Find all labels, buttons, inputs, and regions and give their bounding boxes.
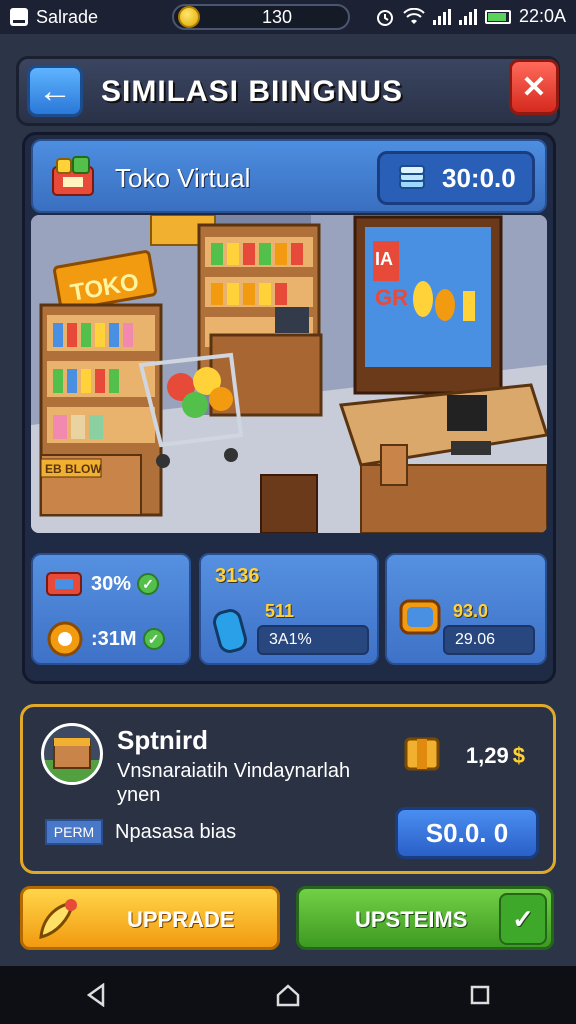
signal-icon (432, 8, 451, 25)
nav-recents-button[interactable] (460, 975, 500, 1015)
stat-card-1[interactable]: 30% ✓ :31M ✓ (31, 553, 191, 665)
check-icon: ✓ (137, 573, 160, 595)
product-price: 1,29 $ (466, 743, 525, 769)
stat-value-2: :31M (91, 627, 137, 650)
signal-icon-2 (458, 8, 477, 25)
clock: 22:0A (518, 6, 566, 26)
upgrade-label: UPPRADE (127, 907, 235, 932)
coin-icon (178, 6, 200, 28)
cash-box-icon (46, 572, 82, 596)
back-button[interactable]: ← (27, 65, 83, 117)
nav-bar (0, 966, 576, 1024)
notification-icon (10, 8, 28, 26)
coin-count: 130 (262, 6, 293, 27)
perm-tag: PERM (45, 819, 103, 845)
upstream-button[interactable]: UPSTEIMS ✓ (296, 886, 554, 950)
wifi-icon (403, 7, 425, 24)
nav-back-button[interactable] (76, 975, 116, 1015)
shop-name: Toko Virtual (115, 163, 251, 193)
stat-card-2[interactable]: 3136 511 3A1% (199, 553, 379, 665)
screen-text-1: IA (375, 249, 393, 269)
close-icon: ✕ (521, 70, 547, 104)
feather-icon (39, 899, 77, 939)
nav-home-button[interactable] (268, 975, 308, 1015)
shop-panel: Toko Virtual 30:0.0 TOKO EB BLOW IA GR 3… (22, 132, 556, 684)
cylinder-icon (213, 609, 247, 653)
money-display[interactable]: 30:0.0 (377, 151, 535, 205)
store-illustration: TOKO EB BLOW IA GR (31, 215, 547, 533)
app-name: Salrade (36, 6, 99, 27)
stat-value-1: 30% (91, 572, 132, 595)
money-value: 30:0.0 (442, 162, 516, 193)
card3-value1: 93.0 (453, 601, 489, 621)
product-name: Sptnird (117, 725, 208, 755)
home-icon (276, 984, 300, 1007)
buy-button[interactable]: S0.0. 0 (395, 807, 539, 859)
triangle-back-icon (86, 983, 105, 1007)
go-badge-icon (399, 599, 441, 635)
check-icon-2: ✓ (142, 628, 165, 650)
stat-row-1: 30% ✓ (45, 569, 160, 599)
upgrade-button[interactable]: UPPRADE (20, 886, 280, 950)
screen-text-2: GR (375, 285, 408, 310)
price-value: 1,29 (465, 743, 509, 768)
cash-stack-icon (399, 165, 425, 189)
card3-bar: 29.06 (443, 625, 535, 655)
shop-header: Toko Virtual 30:0.0 (31, 139, 547, 213)
arrow-left-icon: ← (38, 71, 72, 110)
product-subtitle: Npasasa bias (115, 821, 237, 843)
coin-counter[interactable]: 130 (172, 4, 350, 30)
page-title: SIMILASI BIINGNUS (101, 75, 404, 108)
upstream-label: UPSTEIMS (355, 907, 468, 932)
product-panel: Sptnird Vnsnaraiatih Vindaynarlah ynen 1… (20, 704, 556, 874)
shop-stall-icon (44, 738, 100, 782)
stat-card-3[interactable]: 93.0 29.06 (385, 553, 547, 665)
alarm-icon (376, 9, 393, 26)
confirm-check-icon[interactable]: ✓ (499, 893, 547, 945)
shelf-label: EB BLOW (45, 462, 102, 476)
status-bar: Salrade 130 22:0A (0, 0, 576, 34)
product-avatar (41, 723, 103, 785)
store-scene[interactable]: TOKO EB BLOW IA GR (31, 215, 547, 533)
system-icons: 22:0A (375, 6, 566, 27)
square-icon (470, 985, 490, 1005)
gear-icon (47, 621, 83, 657)
card2-value1: 511 (265, 601, 295, 621)
stat-row-2: :31M ✓ (45, 619, 165, 659)
currency-icon: $ (512, 743, 525, 768)
card2-bar: 3A1% (257, 625, 369, 655)
header-bar: ← SIMILASI BIINGNUS ✕ (16, 56, 560, 126)
store-icon (52, 156, 94, 196)
battery-icon (484, 9, 511, 24)
close-button[interactable]: ✕ (509, 59, 559, 115)
card2-title: 3136 (215, 565, 260, 587)
product-description: Vnsnaraiatih Vindaynarlah ynen (117, 760, 351, 806)
crate-icon (404, 737, 440, 771)
